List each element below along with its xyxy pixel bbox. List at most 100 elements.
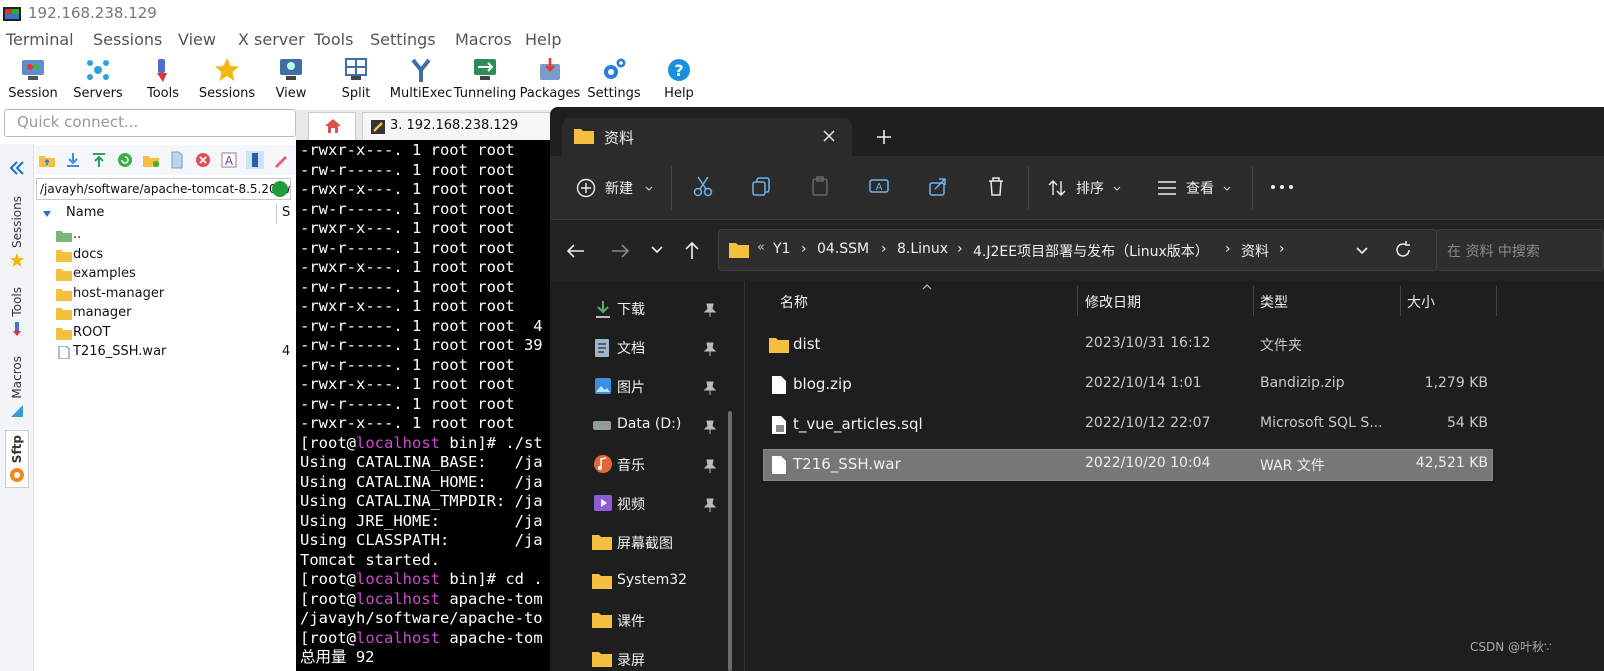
table-row[interactable]: blog.zip 2022/10/14 1:01 Bandizip.zip 1,… — [763, 369, 1493, 401]
tab-macros[interactable]: Macros — [5, 356, 29, 419]
sort-button[interactable]: 排序 — [1045, 174, 1131, 202]
new-tab-icon[interactable] — [876, 129, 892, 145]
paste-icon[interactable] — [809, 175, 831, 197]
pin-icon[interactable] — [704, 381, 716, 395]
delete-icon[interactable] — [194, 151, 212, 169]
nav-item-pictures[interactable]: 图片 — [590, 373, 730, 403]
column-name-header[interactable]: 名称 — [780, 292, 808, 312]
share-icon[interactable] — [927, 175, 949, 197]
tab-sessions[interactable]: Sessions — [5, 196, 29, 268]
menu-sessions[interactable]: Sessions — [93, 30, 162, 49]
menu-help[interactable]: Help — [525, 30, 561, 49]
table-row-selected[interactable]: T216_SSH.war 2022/10/20 10:04 WAR 文件 42,… — [763, 449, 1493, 481]
nav-item-courseware[interactable]: 课件 — [590, 607, 730, 637]
pin-icon[interactable] — [704, 498, 716, 512]
list-item[interactable]: docs — [52, 246, 292, 266]
quick-connect-input[interactable]: Quick connect... — [4, 109, 296, 137]
rename-icon[interactable]: A — [868, 175, 890, 197]
breadcrumb-linux[interactable]: 8.Linux — [897, 241, 948, 257]
pin-icon[interactable] — [704, 303, 716, 317]
nav-item-documents[interactable]: 文档 — [590, 334, 730, 364]
list-item[interactable]: host-manager — [52, 285, 292, 305]
search-input[interactable]: 在 资料 中搜索 — [1436, 229, 1604, 271]
list-item[interactable]: examples — [52, 265, 292, 285]
view-button[interactable]: View — [259, 53, 323, 105]
list-item[interactable]: .. — [52, 226, 292, 246]
column-name-header[interactable]: Name — [66, 205, 104, 220]
list-item[interactable]: T216_SSH.war 4 — [52, 343, 292, 363]
session-button[interactable]: Session — [1, 53, 65, 105]
breadcrumb-current[interactable]: 资料 — [1241, 241, 1269, 261]
refresh-icon[interactable] — [1393, 240, 1413, 260]
breadcrumb-overflow[interactable]: « — [757, 240, 765, 255]
nav-item-downloads[interactable]: 下载 — [590, 295, 730, 325]
packages-button[interactable]: Packages — [518, 53, 582, 105]
table-row[interactable]: t_vue_articles.sql 2022/10/12 22:07 Micr… — [763, 409, 1493, 441]
tunneling-button[interactable]: Tunneling — [453, 53, 517, 105]
download-icon[interactable] — [64, 151, 82, 169]
tools-button[interactable]: Tools — [131, 53, 195, 105]
nav-item-data-drive[interactable]: Data (D:) — [590, 412, 730, 442]
pin-icon[interactable] — [704, 420, 716, 434]
address-dropdown-icon[interactable] — [1355, 246, 1369, 256]
copy-icon[interactable] — [750, 175, 772, 197]
explorer-tab[interactable]: 资料 — [562, 118, 852, 156]
forward-arrow-icon[interactable] — [610, 242, 630, 260]
sftp-path-input[interactable]: /javayh/software/apache-tomcat-8.5.20/we — [36, 178, 291, 200]
address-bar[interactable]: « Y1 › 04.SSM › 8.Linux › 4.J2EE项目部署与发布（… — [718, 229, 1438, 271]
back-arrow-icon[interactable] — [566, 242, 586, 260]
view-button[interactable]: 查看 — [1155, 174, 1241, 202]
pin-icon[interactable] — [704, 459, 716, 473]
menu-view[interactable]: View — [178, 30, 216, 49]
new-folder-icon[interactable] — [142, 151, 160, 169]
sessions-button[interactable]: Sessions — [195, 53, 259, 105]
nav-item-music[interactable]: 音乐 — [590, 451, 730, 481]
ssh-session-tab[interactable]: 3. 192.168.238.129 — [362, 112, 562, 140]
recent-chevron-icon[interactable] — [650, 245, 664, 255]
pin-icon[interactable] — [704, 342, 716, 356]
help-button[interactable]: ? Help — [647, 53, 711, 105]
menu-macros[interactable]: Macros — [455, 30, 512, 49]
nav-item-system32[interactable]: System32 — [590, 568, 730, 598]
sort-down-icon[interactable] — [42, 210, 52, 218]
permissions-icon[interactable] — [246, 151, 264, 169]
table-row[interactable]: dist 2023/10/31 16:12 文件夹 — [763, 329, 1493, 361]
breadcrumb-y1[interactable]: Y1 — [773, 241, 790, 257]
delete-icon[interactable] — [985, 175, 1007, 197]
collapse-left-icon[interactable] — [9, 160, 25, 176]
edit-icon[interactable] — [272, 151, 290, 169]
nav-item-screenshots[interactable]: 屏幕截图 — [590, 529, 730, 559]
breadcrumb-ssm[interactable]: 04.SSM — [817, 241, 869, 257]
menu-x-server[interactable]: X server — [238, 30, 305, 49]
list-item[interactable]: ROOT — [52, 324, 292, 344]
breadcrumb-j2ee[interactable]: 4.J2EE项目部署与发布（Linux版本） — [973, 241, 1209, 261]
menu-settings[interactable]: Settings — [370, 30, 436, 49]
nav-item-recordings[interactable]: 录屏 — [590, 646, 730, 671]
cut-icon[interactable] — [692, 175, 714, 197]
up-arrow-icon[interactable] — [683, 241, 701, 261]
rename-icon[interactable]: A — [220, 151, 238, 169]
home-tab[interactable] — [308, 112, 356, 140]
settings-button[interactable]: Settings — [582, 53, 646, 105]
nav-scrollbar[interactable] — [728, 411, 732, 671]
refresh-icon[interactable] — [116, 151, 134, 169]
path-ok-icon[interactable] — [272, 181, 288, 197]
split-button[interactable]: Split — [324, 53, 388, 105]
terminal-output[interactable]: -rwxr-x---. 1 root root -rw-r-----. 1 ro… — [296, 140, 556, 671]
folder-up-icon[interactable] — [38, 151, 56, 169]
new-button[interactable]: 新建 — [568, 174, 654, 202]
column-date-header[interactable]: 修改日期 — [1085, 292, 1141, 312]
menu-tools[interactable]: Tools — [314, 30, 353, 49]
column-type-header[interactable]: 类型 — [1260, 292, 1288, 312]
tab-sftp[interactable]: Sftp — [5, 430, 29, 489]
new-file-icon[interactable] — [168, 151, 186, 169]
close-icon[interactable] — [822, 129, 836, 143]
column-size-header[interactable]: S — [282, 205, 290, 220]
column-size-header[interactable]: 大小 — [1407, 292, 1435, 312]
list-item[interactable]: manager — [52, 304, 292, 324]
tab-tools[interactable]: Tools — [5, 287, 29, 337]
more-options-icon[interactable] — [1270, 184, 1294, 190]
multiexec-button[interactable]: MultiExec — [389, 53, 453, 105]
menu-terminal[interactable]: Terminal — [6, 30, 74, 49]
servers-button[interactable]: Servers — [66, 53, 130, 105]
